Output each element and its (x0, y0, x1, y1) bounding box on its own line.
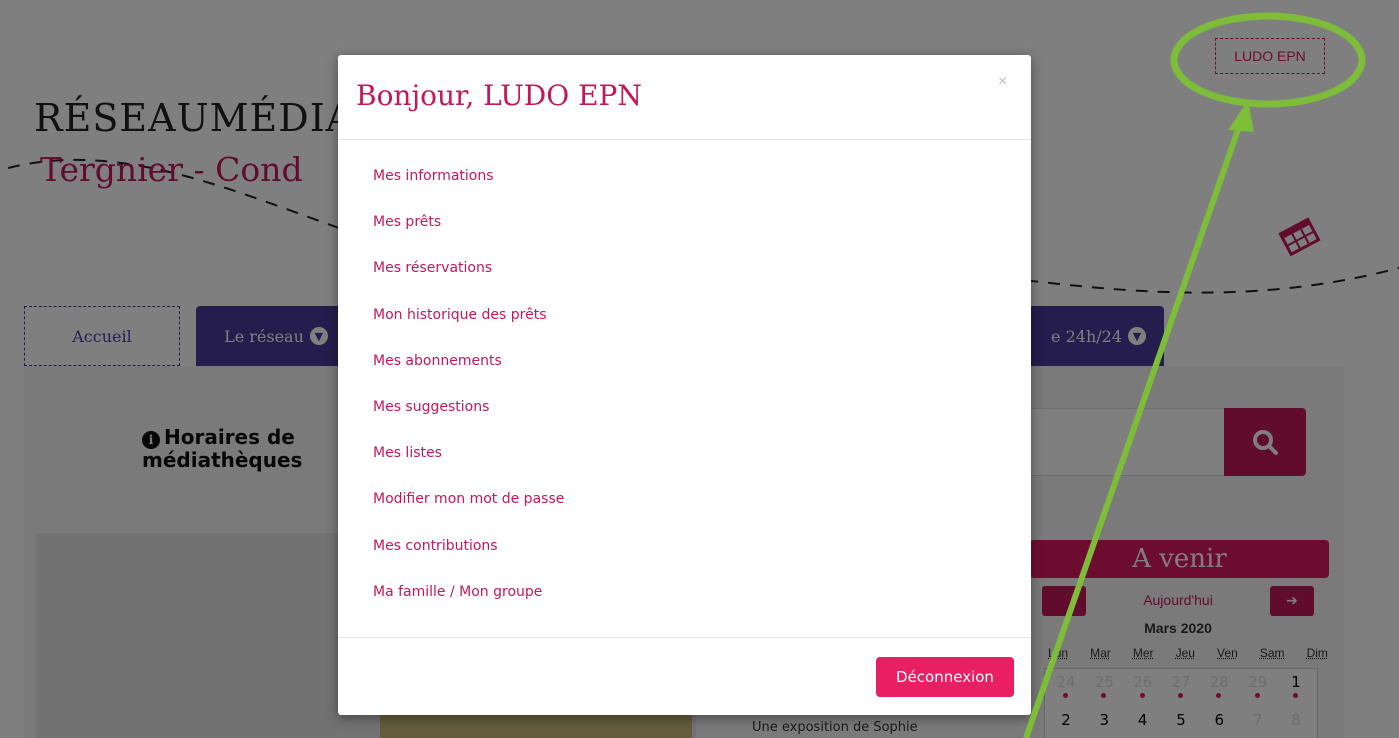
menu-item-mes-prets[interactable]: Mes prêts (373, 207, 564, 253)
menu-item-historique-prets[interactable]: Mon historique des prêts (373, 300, 564, 346)
menu-item-mes-listes[interactable]: Mes listes (373, 438, 564, 484)
menu-item-mes-reservations[interactable]: Mes réservations (373, 253, 564, 299)
logout-button[interactable]: Déconnexion (876, 657, 1014, 697)
account-menu: Mes informations Mes prêts Mes réservati… (373, 161, 564, 623)
menu-item-mes-contributions[interactable]: Mes contributions (373, 531, 564, 577)
menu-item-mes-abonnements[interactable]: Mes abonnements (373, 346, 564, 392)
menu-item-modifier-mot-de-passe[interactable]: Modifier mon mot de passe (373, 484, 564, 530)
divider (338, 637, 1031, 638)
divider (338, 139, 1031, 140)
menu-item-mes-suggestions[interactable]: Mes suggestions (373, 392, 564, 438)
modal-title: Bonjour, LUDO EPN (356, 79, 642, 112)
page: RÉSEAUMÉDIA Tergnier - Cond LUDO EPN Acc… (0, 0, 1399, 738)
menu-item-mes-informations[interactable]: Mes informations (373, 161, 564, 207)
account-modal: Bonjour, LUDO EPN × Mes informations Mes… (338, 55, 1031, 715)
menu-item-ma-famille[interactable]: Ma famille / Mon groupe (373, 577, 564, 623)
close-icon[interactable]: × (998, 73, 1007, 91)
